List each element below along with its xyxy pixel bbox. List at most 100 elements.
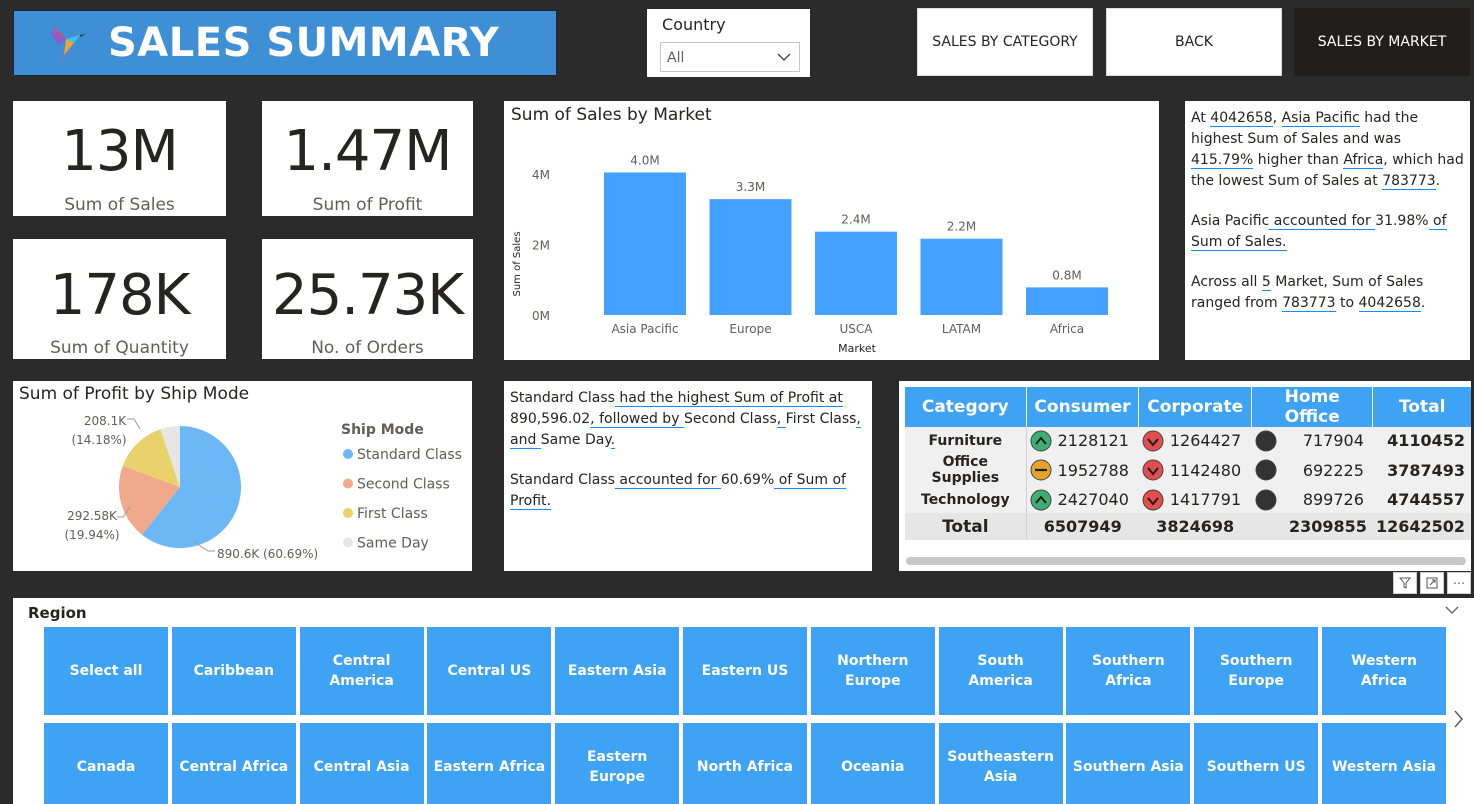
matrix-total-home-office: 2309855 (1251, 513, 1373, 540)
circle-indicator-icon (1255, 459, 1277, 481)
region-tile[interactable]: Southern Europe (1194, 627, 1319, 715)
bar-data-label: 4.0M (630, 153, 659, 167)
region-tile[interactable]: Eastern Europe (555, 723, 680, 804)
kpi-value: 1.47M (283, 119, 452, 184)
matrix-cell-consumer: 1952788 (1026, 454, 1139, 486)
matrix-header-consumer[interactable]: Consumer (1026, 387, 1140, 427)
matrix-header-home-office[interactable]: Home Office (1251, 387, 1374, 427)
page-title: SALES SUMMARY (108, 20, 500, 66)
y-tick-label: 4M (532, 168, 550, 182)
pie-chart-svg: 890.6K (60.69%) 292.58K (19.94%) 208.1K (14.… (64, 414, 462, 561)
kpi-value: 25.73K (271, 263, 464, 328)
arrow-down-icon (1142, 459, 1164, 481)
region-tile[interactable]: North Africa (683, 723, 807, 804)
x-tick-label: LATAM (942, 322, 981, 336)
visual-header-toolbar: ⋯ (1393, 572, 1471, 594)
y-tick-label: 2M (532, 239, 550, 253)
region-tile[interactable]: Central Asia (299, 723, 424, 804)
region-tile[interactable]: Southern Asia (1066, 723, 1191, 804)
region-tile[interactable]: Eastern US (683, 627, 807, 715)
sales-by-category-button[interactable]: SALES BY CATEGORY (917, 8, 1093, 76)
region-slicer-title: Region (28, 604, 87, 622)
matrix-row-category[interactable]: Furniture (905, 427, 1027, 454)
cell-value: 1264427 (1169, 431, 1242, 450)
region-tile[interactable]: Select all (44, 627, 168, 715)
narrative-paragraph: Standard Class accounted for 60.69% of S… (510, 470, 866, 512)
matrix-total-label: Total (905, 513, 1027, 540)
title-banner: SALES SUMMARY (13, 10, 557, 76)
arrow-down-icon (1142, 489, 1164, 510)
region-tile[interactable]: Central Africa (171, 723, 296, 804)
bar-data-label: 2.4M (841, 213, 870, 227)
x-tick-label: Europe (729, 322, 771, 336)
chevron-right-icon[interactable] (1454, 710, 1464, 728)
narrative-text: Same Day (540, 432, 611, 448)
country-dropdown-value: All (667, 50, 685, 66)
region-tile[interactable]: Northern Europe (810, 627, 935, 715)
matrix-header-total[interactable]: Total (1372, 387, 1471, 427)
matrix-row-category[interactable]: Office Supplies (905, 454, 1027, 486)
leader-line (127, 418, 141, 430)
cell-value: 692225 (1302, 460, 1364, 480)
legend-item: Same Day (357, 536, 429, 552)
region-tile[interactable]: Canada (44, 723, 168, 804)
bar-europe (709, 199, 792, 315)
matrix-header-category[interactable]: Category (905, 387, 1027, 427)
region-tile[interactable]: Western Asia (1322, 723, 1446, 804)
narrative-highlight: accounted for (614, 472, 721, 489)
narrative-text: . (1420, 295, 1426, 311)
region-tile[interactable]: Southern Africa (1066, 627, 1191, 715)
matrix-header-corporate[interactable]: Corporate (1138, 387, 1253, 427)
narrative-highlight: , (776, 411, 786, 428)
matrix-row-category[interactable]: Technology (905, 486, 1027, 513)
y-axis-title: Sum of Sales (512, 231, 523, 296)
legend-item: First Class (357, 506, 428, 522)
x-tick-label: Africa (1050, 322, 1084, 336)
back-button[interactable]: BACK (1106, 8, 1282, 76)
region-tile[interactable]: Eastern Africa (427, 723, 552, 804)
narrative-text: 31.98% (1375, 213, 1429, 229)
pie-data-label-line: 208.1K (84, 414, 127, 428)
region-tile[interactable]: Central US (427, 627, 552, 715)
x-tick-label: USCA (840, 322, 874, 336)
bar-chart-svg: 0M 2M 4M Sum of Sales 4.0M Asia Pacific 3.3M Eu… (512, 153, 1108, 355)
narrative-highlight: , followed by (590, 411, 684, 428)
narrative-text: , (1272, 110, 1282, 126)
legend-marker (343, 449, 353, 459)
region-tile[interactable]: Eastern Asia (555, 627, 680, 715)
region-tile[interactable]: Central America (299, 627, 424, 715)
chevron-down-icon[interactable] (1445, 606, 1459, 615)
bar-asia-pacific (604, 172, 686, 315)
market-smart-narrative: At 4042658, Asia Pacific had the highest… (1185, 101, 1470, 360)
region-tile[interactable]: South America (938, 627, 1063, 715)
matrix-cell-home-office: 692225 (1251, 454, 1373, 486)
cell-value: 2427040 (1057, 490, 1129, 509)
kpi-value: 13M (61, 119, 179, 184)
chevron-down-icon (777, 53, 791, 61)
narrative-text: First Class (785, 411, 857, 427)
narrative-text: to (1335, 295, 1359, 311)
narrative-highlight: 4042658 (1210, 110, 1273, 127)
narrative-text: Asia Pacific (1191, 213, 1270, 229)
more-options-icon[interactable]: ⋯ (1447, 572, 1471, 594)
region-tile[interactable]: Southern US (1194, 723, 1319, 804)
filter-icon[interactable] (1393, 572, 1417, 594)
region-tile[interactable]: Oceania (810, 723, 935, 804)
narrative-text: Standard Class (510, 390, 615, 406)
bar-latam (920, 238, 1003, 315)
region-tile[interactable]: Caribbean (171, 627, 296, 715)
country-slicer: Country All (647, 9, 810, 77)
category-segment-matrix: Category Consumer Corporate Home Office … (899, 381, 1471, 571)
narrative-highlight: . (610, 432, 616, 449)
matrix-cell-corporate: 1142480 (1138, 454, 1252, 486)
country-dropdown[interactable]: All (660, 42, 800, 72)
narrative-highlight: 5 (1261, 274, 1271, 291)
region-tile[interactable]: Southeastern Asia (938, 723, 1063, 804)
kpi-card-sales: 13M Sum of Sales (13, 101, 226, 216)
legend-marker (343, 537, 353, 548)
sales-by-market-button[interactable]: SALES BY MARKET (1294, 8, 1470, 76)
horizontal-scrollbar[interactable] (906, 557, 1466, 565)
narrative-paragraph: Standard Class had the highest Sum of Pr… (510, 388, 866, 451)
focus-mode-icon[interactable] (1420, 572, 1444, 594)
region-tile[interactable]: Western Africa (1322, 627, 1446, 715)
